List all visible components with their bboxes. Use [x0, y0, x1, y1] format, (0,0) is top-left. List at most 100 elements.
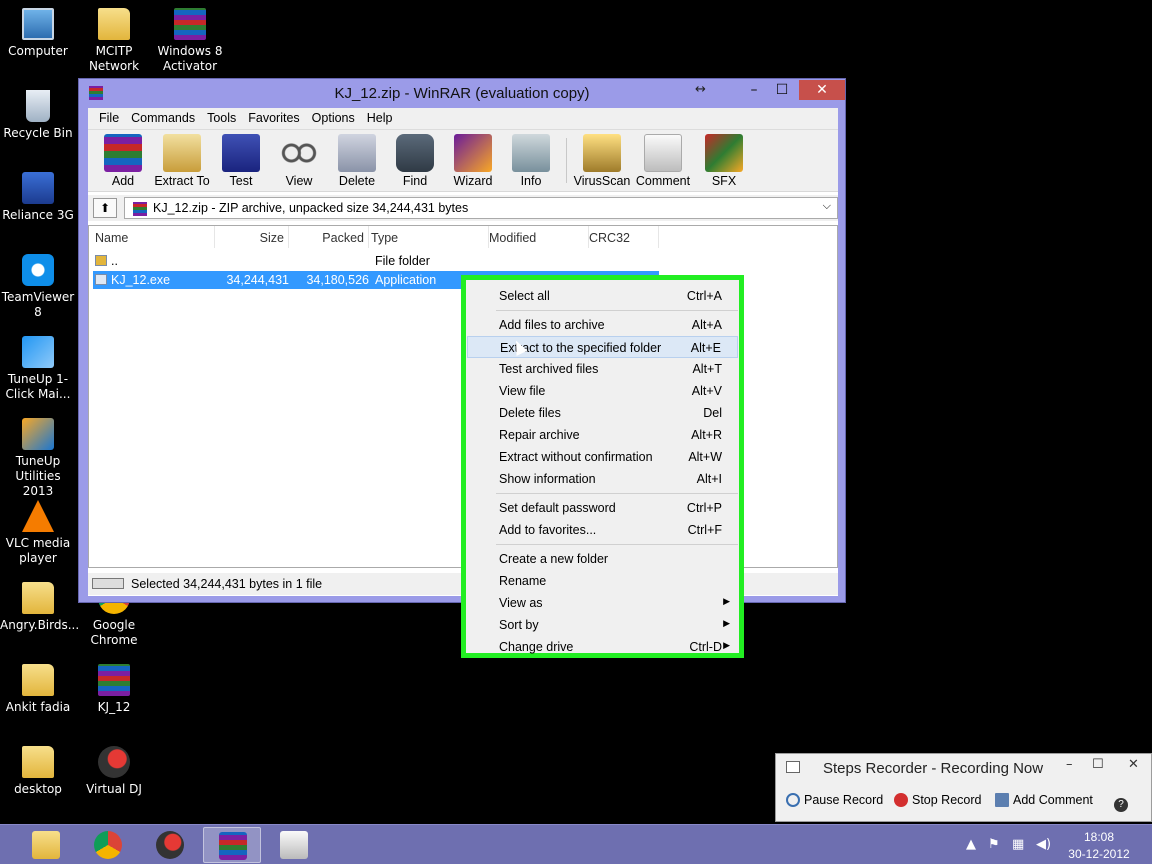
address-bar: ⬆ KJ_12.zip - ZIP archive, unpacked size… [88, 195, 838, 221]
add-comment-button[interactable]: Add Comment [995, 793, 1093, 807]
menu-options[interactable]: Options [306, 108, 361, 129]
column-header-name[interactable]: Name [95, 226, 215, 248]
menu-item-shortcut: Ctrl-D [689, 640, 722, 654]
comment-button[interactable]: Comment [631, 130, 695, 191]
delete-button[interactable]: Delete [328, 130, 386, 191]
add-button[interactable]: Add [94, 130, 152, 191]
desktop-icon-label: TuneUp 1-Click Mai... [5, 372, 71, 401]
desktop-icon-teamviewer-8[interactable]: TeamViewer 8 [0, 254, 76, 320]
menu-item-extract-to-the-specified-folder[interactable]: Extract to the specified folder Alt+E [467, 336, 738, 358]
column-header-crc32[interactable]: CRC32 [589, 226, 659, 248]
taskbar-button-chrome[interactable] [79, 827, 137, 863]
view-button[interactable]: View [270, 130, 328, 191]
stop-record-button[interactable]: Stop Record [894, 793, 981, 807]
extract-to-button[interactable]: Extract To [152, 130, 212, 191]
menu-help[interactable]: Help [361, 108, 399, 129]
address-field[interactable]: KJ_12.zip - ZIP archive, unpacked size 3… [124, 197, 838, 219]
desktop-icon-kj-12[interactable]: KJ_12 [76, 664, 152, 715]
info-button[interactable]: Info [502, 130, 560, 191]
menu-item-change-drive[interactable]: Change drive Ctrl-D ▶ [467, 636, 738, 658]
menu-item-view-file[interactable]: View file Alt+V [467, 380, 738, 402]
file-explorer-icon [32, 831, 60, 859]
menu-file[interactable]: File [93, 108, 125, 129]
test-button[interactable]: Test [212, 130, 270, 191]
desktop-icon-label: TuneUp Utilities 2013 [15, 454, 61, 498]
menu-commands[interactable]: Commands [125, 108, 201, 129]
folder-icon [22, 746, 54, 778]
menu-item-shortcut: Alt+W [688, 450, 722, 464]
desktop-icon-reliance-3g[interactable]: Reliance 3G [0, 172, 76, 223]
desktop-icon-angry-birds[interactable]: Angry.Birds... [0, 582, 79, 633]
menu-item-add-files-to-archive[interactable]: Add files to archive Alt+A [467, 314, 738, 336]
menu-item-delete-files[interactable]: Delete files Del [467, 402, 738, 424]
folder-icon [98, 8, 130, 40]
desktop-icon-label: Reliance 3G [2, 208, 74, 222]
close-button[interactable]: ✕ [799, 80, 845, 100]
resize-arrows-icon[interactable]: ↔ [695, 82, 706, 97]
menu-item-create-a-new-folder[interactable]: Create a new folder [467, 548, 738, 570]
column-header-type[interactable]: Type [371, 226, 489, 248]
desktop-icon-virtual-dj[interactable]: Virtual DJ [76, 746, 152, 797]
address-text: KJ_12.zip - ZIP archive, unpacked size 3… [153, 201, 469, 215]
taskbar-button-winrar[interactable] [203, 827, 261, 863]
menu-item-sort-by[interactable]: Sort by ▶ [467, 614, 738, 636]
desktop-icon-recycle-bin[interactable]: Recycle Bin [0, 90, 76, 141]
pause-record-button[interactable]: Pause Record [786, 793, 883, 807]
network-icon[interactable]: ▦ [1012, 837, 1024, 852]
action-center-flag-icon[interactable]: ⚑ [988, 837, 1000, 852]
menu-item-extract-without-confirmation[interactable]: Extract without confirmation Alt+W [467, 446, 738, 468]
show-hidden-icons-button[interactable]: ▲ [966, 837, 976, 852]
desktop-icon-computer[interactable]: Computer [0, 8, 76, 59]
help-icon: ? [1114, 798, 1128, 812]
menu-item-rename[interactable]: Rename [467, 570, 738, 592]
desktop-icon-ankit-fadia[interactable]: Ankit fadia [0, 664, 76, 715]
table-row[interactable]: .. File folder [93, 252, 653, 270]
column-header-packed[interactable]: Packed [289, 226, 369, 248]
toolbar-label: View [285, 174, 313, 188]
find-button[interactable]: Find [386, 130, 444, 191]
menu-item-repair-archive[interactable]: Repair archive Alt+R [467, 424, 738, 446]
minimize-button[interactable]: – [741, 80, 767, 100]
help-button[interactable]: ? [1114, 793, 1132, 812]
taskbar-button-virtual-dj[interactable] [141, 827, 199, 863]
column-header-modified[interactable]: Modified [489, 226, 589, 248]
menu-tools[interactable]: Tools [201, 108, 242, 129]
volume-icon[interactable]: ◀) [1036, 837, 1051, 852]
up-folder-button[interactable]: ⬆ [93, 198, 117, 218]
delete-icon [338, 134, 376, 172]
virusscan-button[interactable]: VirusScan [573, 130, 631, 191]
menu-item-add-to-favorites[interactable]: Add to favorites... Ctrl+F [467, 519, 738, 541]
maximize-button[interactable]: ☐ [1092, 757, 1104, 772]
virusscan-icon [583, 134, 621, 172]
menu-item-set-default-password[interactable]: Set default password Ctrl+P [467, 497, 738, 519]
taskbar-button-steps-recorder[interactable] [265, 827, 323, 863]
close-button[interactable]: ✕ [1128, 757, 1139, 772]
minimize-button[interactable]: – [1066, 757, 1073, 772]
desktop-icon-tuneup-1-click-mai[interactable]: TuneUp 1-Click Mai... [0, 336, 76, 402]
chevron-down-icon[interactable]: ⌵ [823, 200, 831, 213]
desktop-icon-mcitp-network[interactable]: MCITP Network [76, 8, 152, 74]
desktop-icon-desktop[interactable]: desktop [0, 746, 76, 797]
chrome-icon [94, 831, 122, 859]
menu-item-view-as[interactable]: View as ▶ [467, 592, 738, 614]
desktop-icon-tuneup-utilities-2013[interactable]: TuneUp Utilities 2013 [0, 418, 76, 499]
tuneup-utilities-icon [22, 418, 54, 450]
menu-item-test-archived-files[interactable]: Test archived files Alt+T [467, 358, 738, 380]
menu-item-show-information[interactable]: Show information Alt+I [467, 468, 738, 490]
drive-status-icon[interactable] [92, 578, 124, 589]
toolbar-label: Extract To [154, 174, 210, 188]
desktop-icon-windows-8-activator[interactable]: Windows 8 Activator [152, 8, 228, 74]
desktop-icon-vlc-media-player[interactable]: VLC media player [0, 500, 76, 566]
folder-icon [22, 664, 54, 696]
wizard-button[interactable]: Wizard [444, 130, 502, 191]
menu-item-select-all[interactable]: Select all Ctrl+A [467, 285, 738, 307]
maximize-button[interactable]: ☐ [769, 80, 795, 100]
clock[interactable]: 18:08 30-12-2012 [1064, 829, 1134, 863]
taskbar-button-file-explorer[interactable] [17, 827, 75, 863]
menu-favorites[interactable]: Favorites [242, 108, 305, 129]
column-header-size[interactable]: Size [215, 226, 289, 248]
menu-separator [496, 544, 738, 545]
menu-item-label: Add to favorites... [499, 523, 597, 537]
sfx-button[interactable]: SFX [695, 130, 753, 191]
title-bar[interactable]: KJ_12.zip - WinRAR (evaluation copy) ↔ –… [79, 79, 845, 107]
